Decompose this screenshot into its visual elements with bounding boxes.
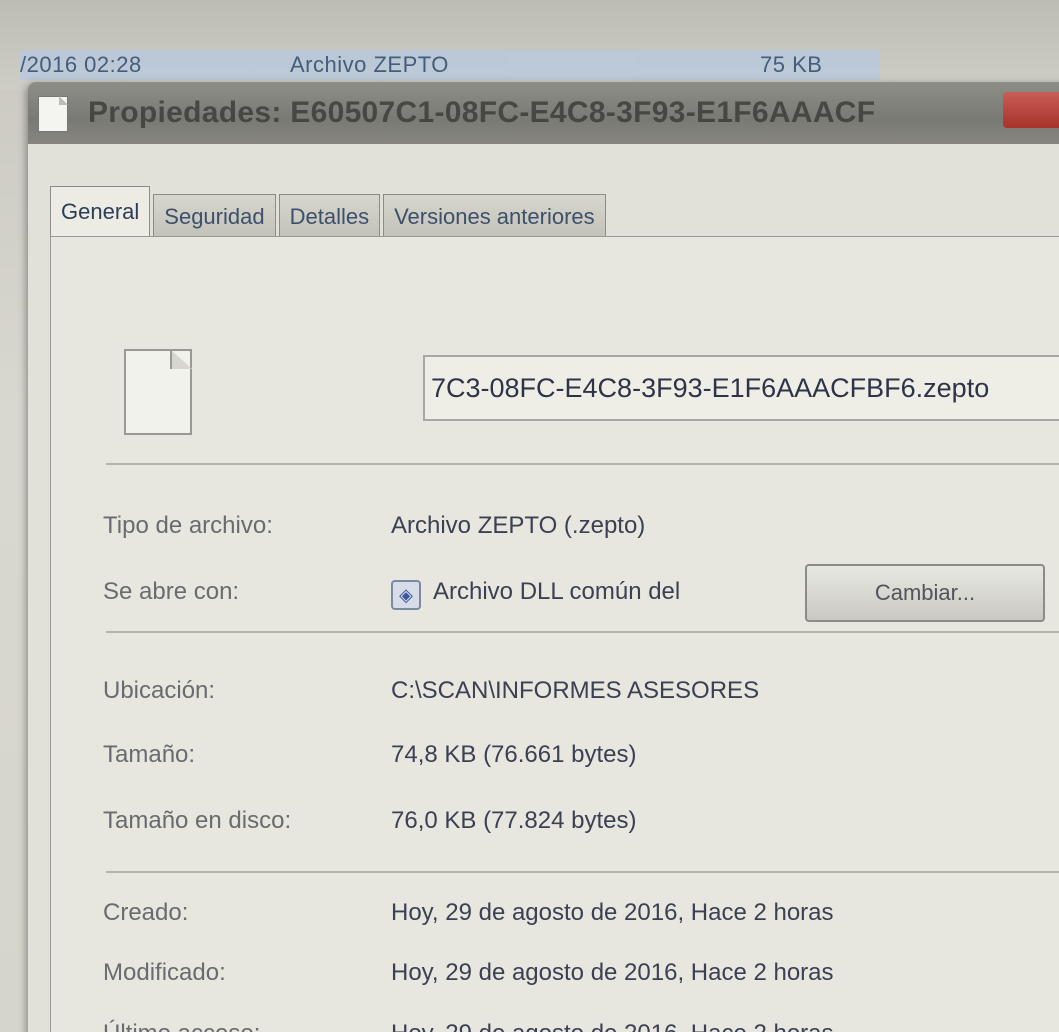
screen: /2016 02:28 Archivo ZEPTO 75 KB Propieda…: [0, 0, 1059, 1032]
divider: [106, 463, 1059, 465]
opens-with-value: Archivo DLL común del: [433, 578, 681, 605]
dialog-title: Propiedades: E60507C1-08FC-E4C8-3F93-E1F…: [88, 96, 876, 129]
file-list-row[interactable]: [20, 0, 880, 16]
opens-with-label: Se abre con:: [103, 578, 240, 605]
location-label: Ubicación:: [103, 677, 216, 704]
file-type: Archivo ZEPTO: [290, 52, 449, 77]
divider: [106, 631, 1059, 633]
location-value: C:\SCAN\INFORMES ASESORES: [391, 677, 760, 704]
file-type-label: Tipo de archivo:: [103, 512, 273, 539]
change-button[interactable]: Cambiar...: [805, 564, 1045, 622]
file-name-field[interactable]: 7C3-08FC-E4C8-3F93-E1F6AAACFBF6.zepto: [423, 355, 1059, 421]
properties-dialog: Propiedades: E60507C1-08FC-E4C8-3F93-E1F…: [28, 82, 1059, 1032]
file-size: 75 KB: [760, 52, 823, 77]
tab-details[interactable]: Detalles: [278, 194, 381, 238]
file-icon: [124, 349, 192, 435]
tab-security[interactable]: Seguridad: [153, 194, 276, 238]
disk-size-value: 76,0 KB (77.824 bytes): [391, 807, 637, 834]
document-icon: [38, 96, 68, 132]
tab-strip: General Seguridad Detalles Versiones ant…: [50, 186, 609, 238]
size-label: Tamaño:: [103, 741, 196, 768]
tab-general[interactable]: General: [50, 186, 151, 238]
size-value: 74,8 KB (76.661 bytes): [391, 741, 637, 768]
modified-label: Modificado:: [103, 959, 226, 986]
dialog-titlebar[interactable]: Propiedades: E60507C1-08FC-E4C8-3F93-E1F…: [28, 82, 1059, 144]
created-label: Creado:: [103, 899, 189, 926]
dialog-body: General Seguridad Detalles Versiones ant…: [28, 144, 1059, 1032]
dll-app-icon: ◈: [391, 580, 421, 610]
accessed-value: Hoy, 29 de agosto de 2016, Hace 2 horas: [391, 1020, 834, 1032]
explorer-file-list: /2016 02:28 Archivo ZEPTO 75 KB: [0, 0, 1059, 90]
file-list-row-selected[interactable]: /2016 02:28 Archivo ZEPTO 75 KB: [20, 50, 880, 80]
divider: [106, 871, 1059, 873]
file-type-value: Archivo ZEPTO (.zepto): [391, 512, 646, 539]
general-panel: 7C3-08FC-E4C8-3F93-E1F6AAACFBF6.zepto Ti…: [50, 236, 1059, 1032]
modified-value: Hoy, 29 de agosto de 2016, Hace 2 horas: [391, 959, 834, 986]
tab-previous-versions[interactable]: Versiones anteriores: [383, 194, 606, 238]
accessed-label: Último acceso:: [103, 1020, 260, 1032]
file-date: /2016 02:28: [20, 52, 142, 77]
disk-size-label: Tamaño en disco:: [103, 807, 292, 834]
close-button[interactable]: ×: [1003, 92, 1059, 128]
created-value: Hoy, 29 de agosto de 2016, Hace 2 horas: [391, 899, 834, 926]
